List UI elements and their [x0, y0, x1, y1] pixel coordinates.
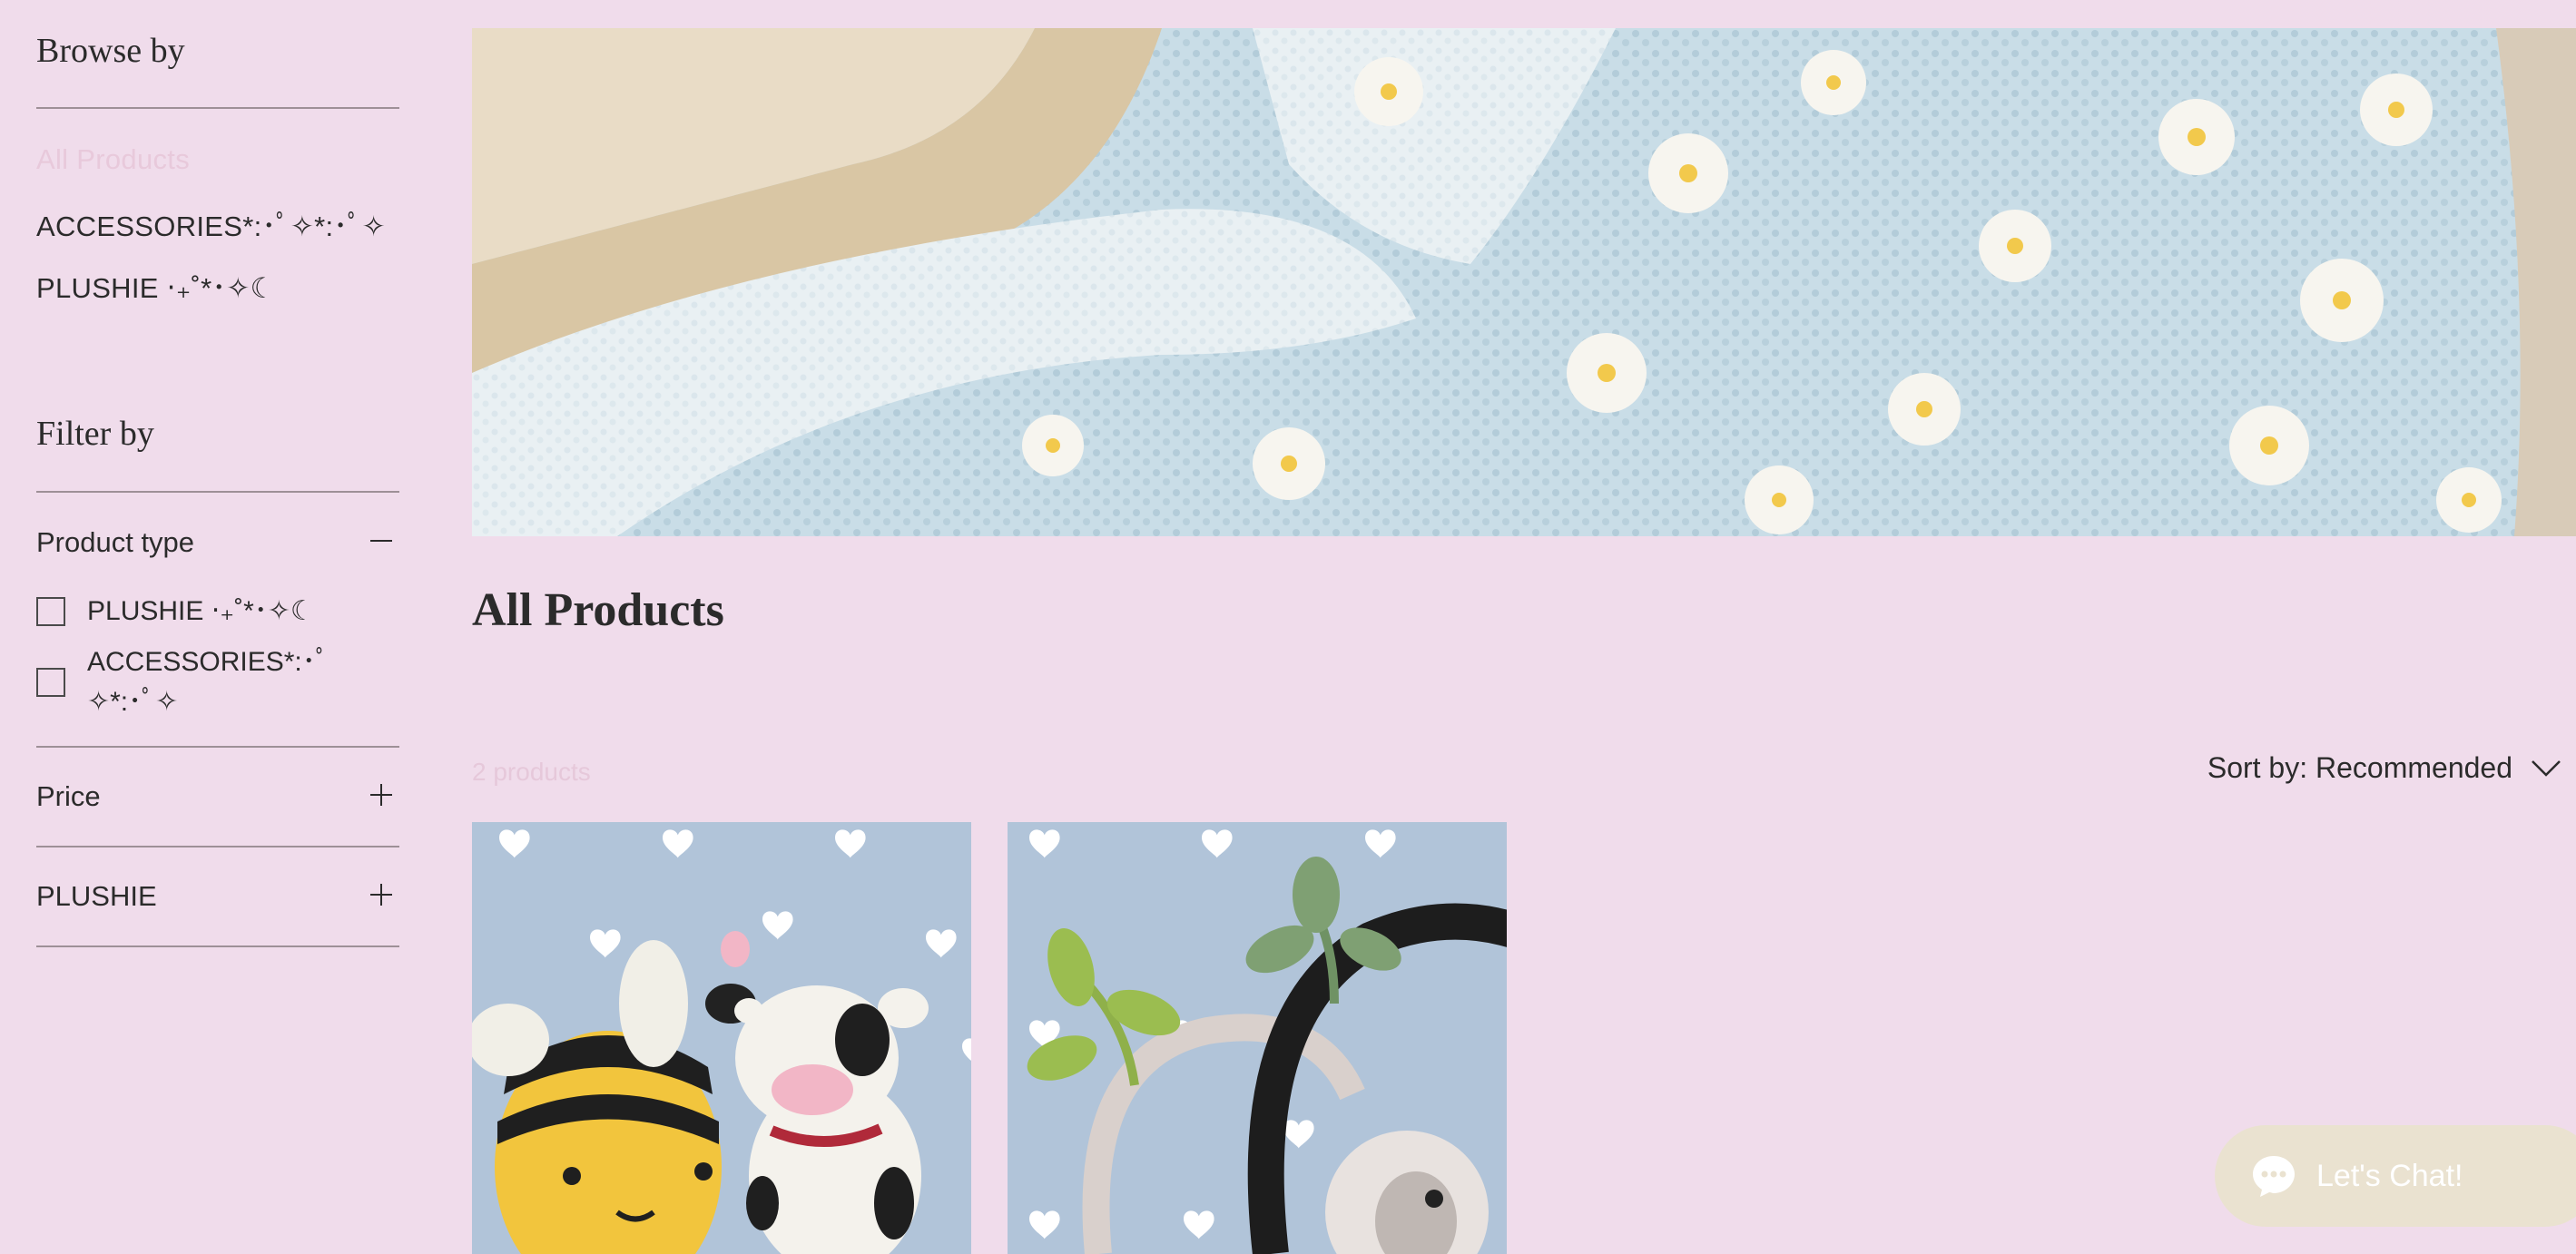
option-plushie-label: PLUSHIE ‧₊˚*･✧☾: [87, 596, 315, 626]
checkbox-plushie[interactable]: [36, 597, 65, 626]
sort-label: Sort by: Recommended: [2207, 751, 2512, 784]
filter-price[interactable]: Price: [36, 773, 399, 824]
sort-dropdown[interactable]: Sort by: Recommended: [2207, 751, 2561, 785]
product-count: 2 products: [472, 758, 591, 786]
product-image: [472, 822, 971, 1254]
divider: [36, 491, 399, 493]
plus-icon[interactable]: [369, 782, 394, 808]
chat-label: Let's Chat!: [2316, 1158, 2463, 1193]
filter-product-type-label: Product type: [36, 526, 195, 558]
divider: [36, 945, 399, 947]
page-title: All Products: [472, 584, 724, 636]
checkbox-accessories[interactable]: [36, 668, 65, 697]
browse-by-title: Browse by: [36, 32, 185, 70]
product-card-sprout-headphone-accessory[interactable]: [1008, 822, 1507, 1254]
chat-button[interactable]: Let's Chat!: [2215, 1125, 2576, 1227]
chat-bubble-icon: [2253, 1156, 2295, 1197]
filter-price-label: Price: [36, 780, 101, 812]
filter-plushie-label: PLUSHIE: [36, 880, 157, 912]
filter-by-title: Filter by: [36, 415, 154, 453]
option-accessories[interactable]: ACCESSORIES*:･ﾟ✧*:･ﾟ✧: [36, 642, 359, 722]
product-image: [1008, 822, 1507, 1254]
plus-icon[interactable]: [369, 882, 394, 907]
minus-icon[interactable]: [369, 528, 394, 554]
product-card-bee-and-cow-plushies[interactable]: [472, 822, 971, 1254]
divider: [36, 846, 399, 847]
hero-banner-image: [472, 28, 2576, 536]
browse-link-accessories[interactable]: ACCESSORIES*:･ﾟ✧*:･ﾟ✧: [36, 203, 386, 244]
filter-plushie[interactable]: PLUSHIE: [36, 873, 399, 924]
option-plushie[interactable]: PLUSHIE ‧₊˚*･✧☾: [36, 592, 359, 632]
page: Browse by All Products ACCESSORIES*:･ﾟ✧*…: [0, 0, 2576, 1254]
filter-product-type[interactable]: Product type: [36, 519, 399, 570]
chevron-down-icon: [2532, 759, 2561, 777]
divider: [36, 746, 399, 748]
browse-link-plushie[interactable]: PLUSHIE ‧₊˚*･✧☾: [36, 265, 276, 306]
divider: [36, 107, 399, 109]
browse-link-all-products[interactable]: All Products: [36, 143, 190, 176]
option-accessories-label: ACCESSORIES*:･ﾟ✧*:･ﾟ✧: [87, 647, 329, 717]
